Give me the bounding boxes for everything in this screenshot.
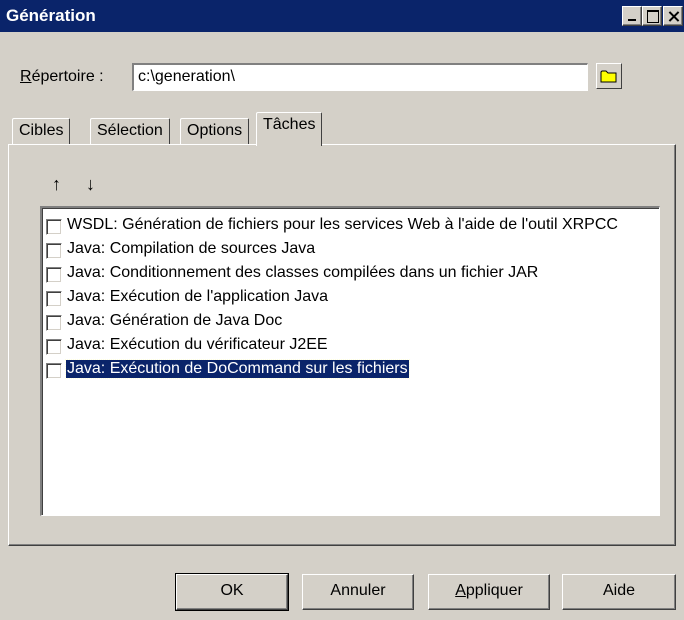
tab-taches[interactable]: Tâches — [256, 112, 323, 146]
apply-button[interactable]: Appliquer — [428, 574, 550, 610]
list-item[interactable]: WSDL: Génération de fichiers pour les se… — [44, 214, 658, 238]
move-up-button[interactable]: ↑ — [52, 174, 70, 196]
help-button[interactable]: Aide — [562, 574, 676, 610]
task-label: Java: Compilation de sources Java — [67, 240, 316, 257]
tab-options[interactable]: Options — [180, 118, 250, 144]
list-item[interactable]: Java: Génération de Java Doc — [44, 310, 658, 334]
minimize-button[interactable] — [622, 6, 642, 26]
list-item[interactable]: Java: Exécution du vérificateur J2EE — [44, 334, 658, 358]
apply-mnemonic: A — [455, 582, 466, 599]
tab-selection[interactable]: Sélection — [90, 118, 170, 144]
browse-directory-button[interactable] — [596, 63, 622, 89]
task-checkbox[interactable] — [46, 219, 62, 235]
directory-label-mnemonic: R — [20, 68, 32, 85]
task-label: Java: Exécution de DoCommand sur les fic… — [65, 359, 410, 379]
move-down-button[interactable]: ↓ — [86, 174, 104, 196]
list-item[interactable]: Java: Exécution de l'application Java — [44, 286, 658, 310]
list-item[interactable]: Java: Compilation de sources Java — [44, 238, 658, 262]
task-checkbox[interactable] — [46, 315, 62, 331]
maximize-button[interactable] — [642, 6, 662, 26]
directory-label: Répertoire : — [20, 68, 104, 86]
close-button[interactable] — [663, 6, 683, 26]
task-checkbox[interactable] — [46, 291, 62, 307]
title-bar: Génération — [0, 0, 684, 32]
task-checkbox[interactable] — [46, 243, 62, 259]
task-checkbox[interactable] — [46, 363, 62, 379]
task-checkbox[interactable] — [46, 339, 62, 355]
folder-icon — [600, 70, 617, 83]
list-item-selected[interactable]: Java: Exécution de DoCommand sur les fic… — [44, 358, 658, 382]
task-label: Java: Exécution de l'application Java — [67, 288, 328, 305]
list-item[interactable]: Java: Conditionnement des classes compil… — [44, 262, 658, 286]
directory-input[interactable]: c:\generation\ — [132, 63, 588, 91]
task-checkbox[interactable] — [46, 267, 62, 283]
tab-cibles[interactable]: Cibles — [12, 118, 71, 144]
ok-button[interactable]: OK — [175, 573, 289, 611]
window-title: Génération — [6, 6, 96, 25]
task-label: WSDL: Génération de fichiers pour les se… — [67, 216, 618, 233]
directory-label-text: épertoire : — [31, 68, 104, 85]
task-label: Java: Exécution du vérificateur J2EE — [67, 336, 328, 353]
task-list[interactable]: WSDL: Génération de fichiers pour les se… — [40, 206, 660, 516]
cancel-button[interactable]: Annuler — [302, 574, 414, 610]
apply-label: ppliquer — [465, 582, 523, 599]
task-label: Java: Génération de Java Doc — [67, 312, 283, 329]
task-label: Java: Conditionnement des classes compil… — [67, 264, 539, 281]
